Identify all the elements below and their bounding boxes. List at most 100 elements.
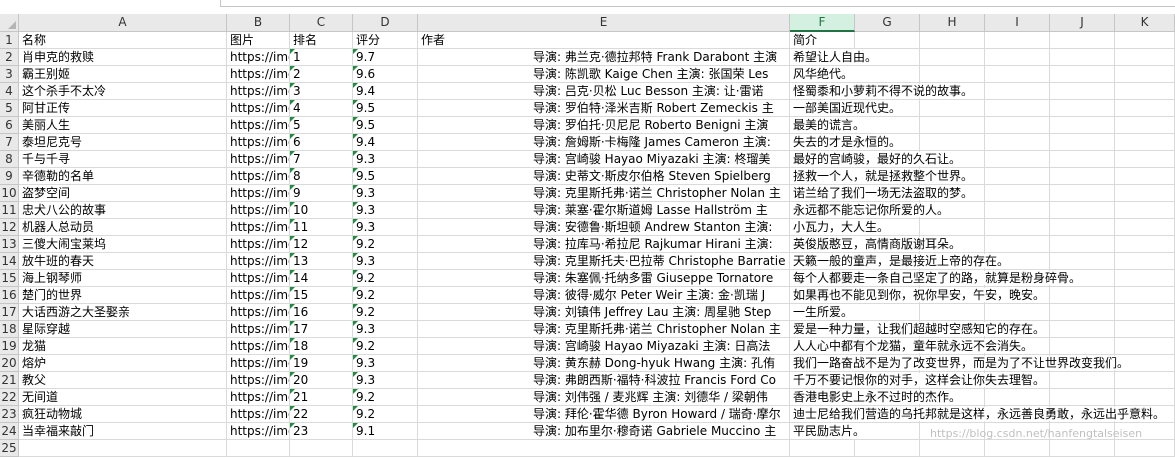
column-header-a[interactable]: A [19,14,227,32]
cell-pic[interactable]: https://img [227,134,290,151]
cell-rank[interactable]: 4 [290,100,353,117]
cell-name[interactable]: 霸王别姬 [19,66,227,83]
header-cell-name[interactable]: 名称 [19,32,227,49]
empty-cell[interactable] [985,304,1050,321]
cell-rank[interactable]: 8 [290,168,353,185]
row-header[interactable]: 8 [0,151,19,168]
empty-cell[interactable] [985,168,1050,185]
empty-cell[interactable] [1115,338,1175,355]
row-header[interactable]: 1 [0,32,19,49]
empty-cell[interactable] [1115,49,1175,66]
cell-score[interactable]: 9.2 [353,236,418,253]
cell-rank[interactable]: 23 [290,423,353,440]
empty-cell[interactable] [1115,32,1175,49]
empty-cell[interactable] [1115,117,1175,134]
row-header[interactable]: 4 [0,83,19,100]
cell-pic[interactable]: https://img [227,321,290,338]
cell-name[interactable]: 阿甘正传 [19,100,227,117]
cell-intro[interactable]: 风华绝代。 [790,66,856,83]
cell-score[interactable]: 9.3 [353,355,418,372]
empty-cell[interactable] [1115,270,1175,287]
row-header[interactable]: 13 [0,236,19,253]
cell-author[interactable]: 导演: 安德鲁·斯坦顿 Andrew Stanton 主演: [418,219,790,236]
cell-name[interactable]: 三傻大闹宝莱坞 [19,236,227,253]
cell-rank[interactable]: 17 [290,321,353,338]
empty-cell[interactable] [1115,151,1175,168]
cell-rank[interactable]: 15 [290,287,353,304]
cell-pic[interactable]: https://img [227,49,290,66]
cell-score[interactable]: 9.3 [353,202,418,219]
cell-author[interactable]: 导演: 拉库马·希拉尼 Rajkumar Hirani 主演: [418,236,790,253]
empty-cell[interactable] [1050,100,1115,117]
empty-cell[interactable] [1050,219,1115,236]
cell-intro[interactable]: 最好的宫崎骏，最好的久石让。 [790,151,964,168]
empty-cell[interactable] [1050,117,1115,134]
cell-pic[interactable]: https://img [227,423,290,440]
cell-rank[interactable]: 18 [290,338,353,355]
empty-cell[interactable] [920,49,985,66]
cell-author[interactable]: 导演: 彼得·威尔 Peter Weir 主演: 金·凯瑞 J [418,287,790,304]
cell-author[interactable]: 导演: 朱塞佩·托纳多雷 Giuseppe Tornatore [418,270,790,287]
empty-cell[interactable] [1050,253,1115,270]
empty-cell[interactable] [1115,440,1175,457]
cell-name[interactable]: 泰坦尼克号 [19,134,227,151]
cell-name[interactable]: 机器人总动员 [19,219,227,236]
cell-pic[interactable]: https://img [227,304,290,321]
empty-cell[interactable] [920,134,985,151]
cell-intro[interactable]: 拯救一个人，就是拯救整个世界。 [790,168,976,185]
empty-cell[interactable] [985,202,1050,219]
cell-pic[interactable]: https://img [227,100,290,117]
empty-cell[interactable] [1115,202,1175,219]
cell-pic[interactable]: https://img [227,168,290,185]
cell-author[interactable]: 导演: 克里斯托弗·诺兰 Christopher Nolan 主 [418,321,790,338]
cell-rank[interactable]: 7 [290,151,353,168]
cell-name[interactable]: 龙猫 [19,338,227,355]
cell-score[interactable]: 9.3 [353,151,418,168]
cell-name[interactable]: 教父 [19,372,227,389]
cell-pic[interactable]: https://img [227,83,290,100]
cell-intro[interactable]: 一部美国近现代史。 [790,100,904,117]
empty-cell[interactable] [1050,321,1115,338]
column-header-g[interactable]: G [855,14,920,32]
cell-author[interactable]: 导演: 刘伟强 / 麦兆辉 主演: 刘德华 / 梁朝伟 [418,389,790,406]
row-header[interactable]: 5 [0,100,19,117]
cell-score[interactable]: 9.2 [353,287,418,304]
column-header-b[interactable]: B [227,14,290,32]
cell-name[interactable]: 千与千寻 [19,151,227,168]
cell-rank[interactable]: 14 [290,270,353,287]
row-header[interactable]: 2 [0,49,19,66]
empty-cell[interactable] [1050,372,1115,389]
cell-score[interactable]: 9.5 [353,100,418,117]
cell-intro[interactable]: 天籁一般的童声，是最接近上帝的存在。 [790,253,1012,270]
empty-cell[interactable] [1050,287,1115,304]
empty-cell[interactable] [1115,100,1175,117]
empty-cell[interactable] [985,151,1050,168]
cell-intro[interactable]: 怪蜀黍和小萝莉不得不说的故事。 [790,83,976,100]
empty-cell[interactable] [290,440,353,457]
cell-pic[interactable]: https://img [227,117,290,134]
empty-cell[interactable] [1115,83,1175,100]
empty-cell[interactable] [985,100,1050,117]
empty-cell[interactable] [790,440,855,457]
column-header-j[interactable]: J [1050,14,1115,32]
cell-author[interactable]: 导演: 加布里尔·穆奇诺 Gabriele Muccino 主 [418,423,790,440]
empty-cell[interactable] [353,440,418,457]
cell-intro[interactable]: 如果再也不能见到你，祝你早安，午安，晚安。 [790,287,1048,304]
empty-cell[interactable] [920,32,985,49]
empty-cell[interactable] [920,304,985,321]
empty-cell[interactable] [985,440,1050,457]
cell-intro[interactable]: 诺兰给了我们一场无法盗取的梦。 [790,185,976,202]
empty-cell[interactable] [985,219,1050,236]
cell-score[interactable]: 9.2 [353,389,418,406]
empty-cell[interactable] [1115,66,1175,83]
cell-pic[interactable]: https://img [227,151,290,168]
cell-name[interactable]: 放牛班的春天 [19,253,227,270]
empty-cell[interactable] [920,117,985,134]
row-header[interactable]: 7 [0,134,19,151]
empty-cell[interactable] [855,66,920,83]
cell-score[interactable]: 9.3 [353,372,418,389]
cell-author[interactable]: 导演: 吕克·贝松 Luc Besson 主演: 让·雷诺 [418,83,790,100]
cell-score[interactable]: 9.4 [353,134,418,151]
empty-cell[interactable] [920,100,985,117]
cell-score[interactable]: 9.2 [353,338,418,355]
